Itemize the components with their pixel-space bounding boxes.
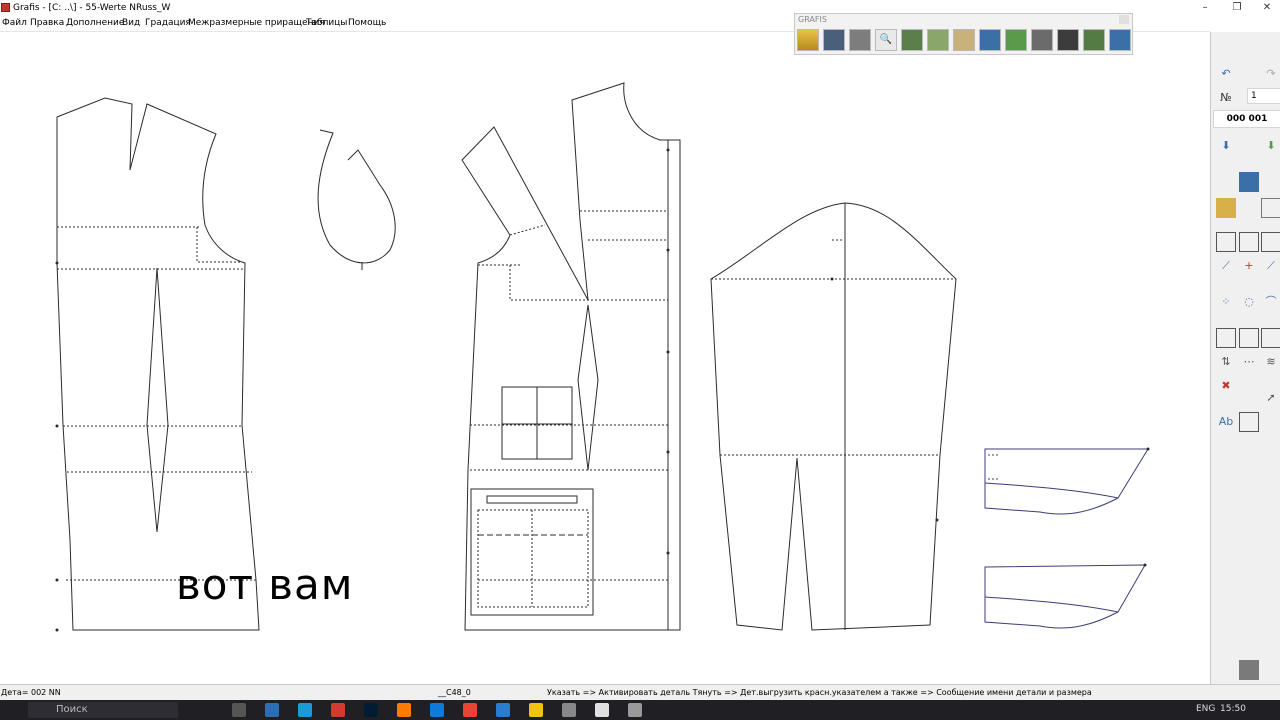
collar-piece [317, 129, 396, 270]
load-all-icon[interactable]: ⬇ [1261, 136, 1280, 156]
drawing-canvas[interactable]: вот вам [0, 32, 1210, 684]
mirror-icon[interactable] [1216, 328, 1236, 348]
detail-code-field[interactable]: 000 001 [1213, 110, 1280, 128]
language-indicator[interactable]: ENG [1196, 704, 1215, 714]
grade-tool-icon[interactable]: ⋯ [1239, 352, 1259, 372]
toolbar-title: GRAFIS [798, 15, 827, 24]
app-icon-telegram[interactable] [496, 703, 510, 717]
overlay-caption: вот вам [176, 560, 354, 609]
download-alt-icon[interactable] [1005, 29, 1027, 51]
clock[interactable]: 15:50 [1220, 704, 1246, 714]
minimize-icon[interactable]: – [1190, 0, 1220, 16]
folder-icon[interactable] [1216, 198, 1236, 218]
back-pattern-piece [56, 97, 260, 631]
toolbar-close-icon[interactable] [1119, 15, 1129, 24]
print-icon[interactable] [849, 29, 871, 51]
menu-file[interactable]: Файл [2, 16, 27, 31]
app-icon-edge[interactable] [430, 703, 444, 717]
detail-number-field[interactable]: 1 [1247, 88, 1280, 104]
redo-icon[interactable]: ↷ [1261, 64, 1280, 84]
app-icon-mail[interactable] [298, 703, 312, 717]
sleeve-pattern-piece [710, 202, 957, 631]
open-icon[interactable] [797, 29, 819, 51]
rotate-icon[interactable] [1239, 328, 1259, 348]
taskbar-search[interactable]: Поиск [28, 702, 178, 718]
app-icon-illustrator[interactable] [397, 703, 411, 717]
status-detail: Дета= 002 NN [1, 688, 61, 697]
menu-increments[interactable]: Межразмерные приращения [188, 16, 325, 31]
app-icon-generic[interactable] [562, 703, 576, 717]
app-icon-chrome[interactable] [463, 703, 477, 717]
app-icon-grafis[interactable] [628, 703, 642, 717]
menu-grading[interactable]: Градация [145, 16, 191, 31]
taskbar: Поиск ENG 15:50 [0, 700, 1280, 720]
point-tool-icon[interactable]: + [1239, 256, 1259, 276]
excel-icon[interactable] [1057, 29, 1079, 51]
zoom-icon[interactable]: 🔍 [875, 29, 897, 51]
grid-icon[interactable] [1031, 29, 1053, 51]
menu-tables[interactable]: Таблицы [306, 16, 347, 31]
app-icon-store[interactable] [265, 703, 279, 717]
measure-tool-icon[interactable]: ⇅ [1216, 352, 1236, 372]
app-icon-notes[interactable] [595, 703, 609, 717]
status-size: __C48_0 [438, 688, 471, 697]
f11-icon[interactable] [1083, 29, 1105, 51]
status-bar: Дета= 002 NN __C48_0 Указать => Активиро… [0, 684, 1280, 701]
measure-icon[interactable] [953, 29, 975, 51]
line-tool-icon[interactable]: ⟋ [1216, 256, 1236, 276]
cuff-piece-top [984, 448, 1149, 515]
plotter-icon[interactable] [1239, 660, 1259, 680]
menu-help[interactable]: Помощь [348, 16, 386, 31]
grafis-toolbar: GRAFIS 🔍 [794, 13, 1133, 55]
save-icon[interactable] [823, 29, 845, 51]
status-hint: Указать => Активировать деталь Тянуть =>… [547, 688, 1092, 697]
app-icon [1, 3, 10, 12]
restore-icon[interactable]: ❐ [1222, 0, 1252, 16]
text-tool-icon[interactable]: Ab [1216, 412, 1236, 432]
load-detail-icon[interactable]: ⬇ [1216, 136, 1236, 156]
right-tool-panel: ↶ ↷ № 1 000 001 ⬇ ⬇ ⟋ + ⟋ ⁘ ◌ ⌒ ⇅ ⋯ ≋ ✖ … [1210, 32, 1280, 684]
move-icon[interactable] [1261, 328, 1280, 348]
front-pattern-piece [461, 82, 681, 631]
f6-icon[interactable] [901, 29, 923, 51]
arc-tool-icon[interactable]: ⌒ [1261, 292, 1280, 312]
cuff-piece-bottom [984, 564, 1146, 629]
library-icon[interactable] [1239, 172, 1259, 192]
detail-number-icon[interactable]: № [1216, 88, 1236, 108]
window-title: Grafis - [C: ..\] - 55-Werte NRuss_W [13, 3, 171, 13]
piece-icon[interactable] [1261, 198, 1280, 218]
app-icon-explorer[interactable] [529, 703, 543, 717]
undo-icon[interactable]: ↶ [1216, 64, 1236, 84]
menu-view[interactable]: Вид [122, 16, 140, 31]
app-icon-opera[interactable] [331, 703, 345, 717]
cursor-icon: ➚ [1266, 391, 1276, 404]
close-icon[interactable]: ✕ [1252, 0, 1280, 16]
segment-tool-icon[interactable]: ⟋ [1261, 256, 1280, 276]
menu-edit[interactable]: Правка [30, 16, 64, 31]
delete-icon[interactable]: ✖ [1216, 376, 1236, 396]
download-icon[interactable] [979, 29, 1001, 51]
curve-tool-icon[interactable] [1239, 232, 1259, 252]
menu-addition[interactable]: Дополнение [66, 16, 124, 31]
contour-icon[interactable] [1261, 232, 1280, 252]
task-view-icon[interactable] [232, 703, 246, 717]
app-icon-photoshop[interactable] [364, 703, 378, 717]
circle-tool-icon[interactable]: ◌ [1239, 292, 1259, 312]
dots-tool-icon[interactable]: ⁘ [1216, 292, 1236, 312]
taskbar-search-label: Поиск [56, 704, 88, 715]
seam-tool-icon[interactable]: ≋ [1261, 352, 1280, 372]
label-tool-icon[interactable] [1239, 412, 1259, 432]
f12-icon[interactable] [1109, 29, 1131, 51]
copy-icon[interactable] [927, 29, 949, 51]
shape-icon[interactable] [1216, 232, 1236, 252]
